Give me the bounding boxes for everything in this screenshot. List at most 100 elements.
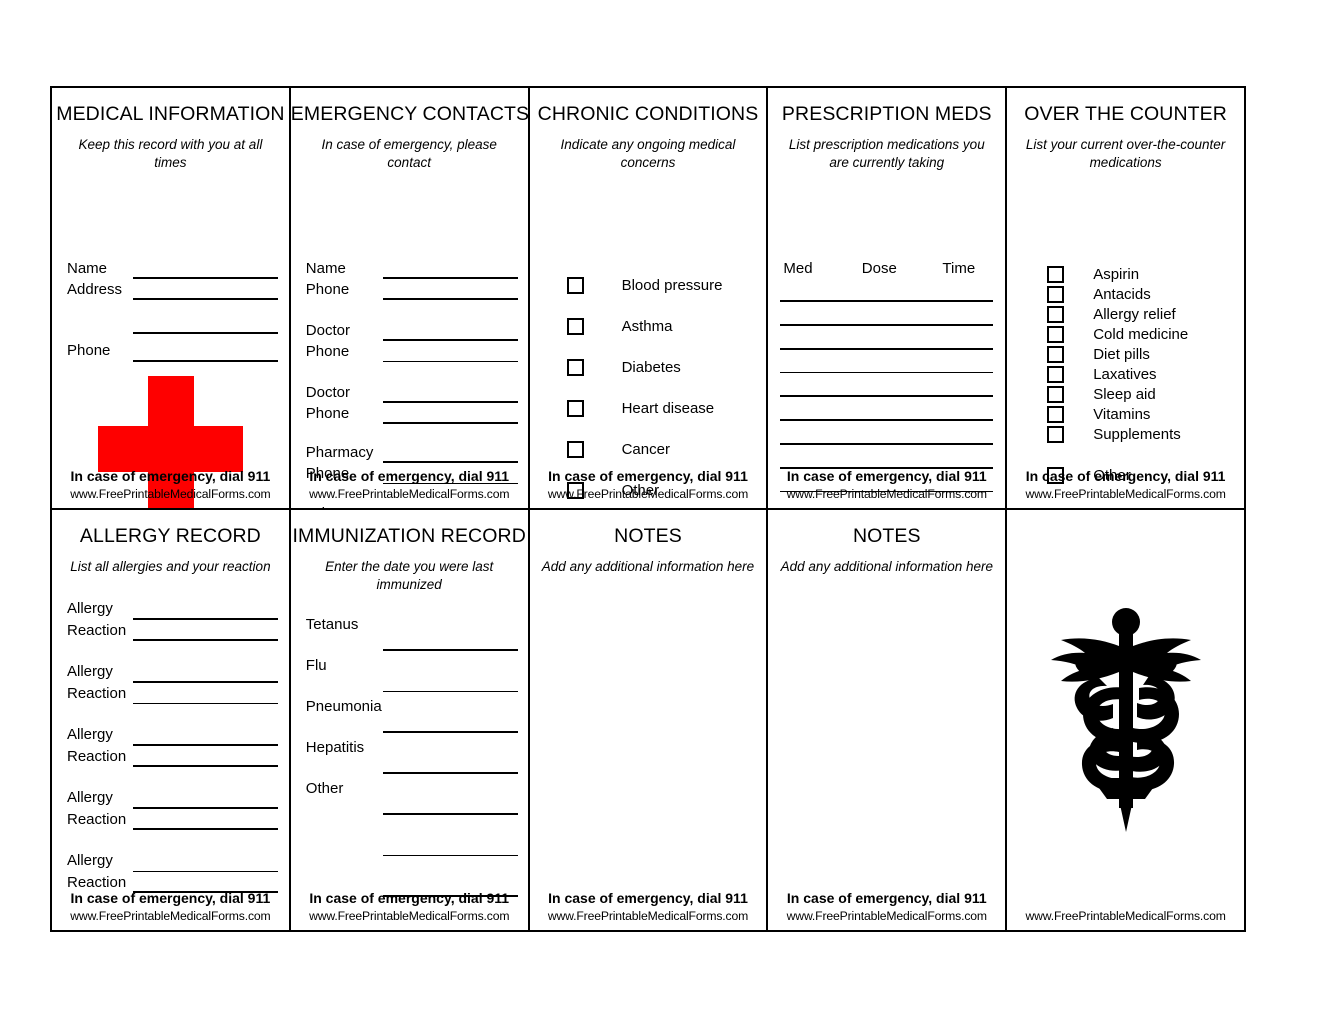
card-footer: In case of emergency, dial 911 www.FreeP… [52, 468, 289, 502]
checkbox-icon[interactable] [566, 277, 584, 294]
table-row[interactable] [780, 373, 994, 397]
field-row-name[interactable]: Name [52, 258, 289, 279]
checkbox-row-asthma[interactable]: Asthma [530, 306, 767, 347]
table-row[interactable] [780, 326, 994, 350]
field-row-pneumonia[interactable]: Pneumonia [291, 692, 528, 733]
field-label-phone: Phone [305, 281, 350, 298]
field-row-doctor-1-phone[interactable]: Phone [291, 341, 528, 362]
checkbox-label: Cold medicine [1093, 325, 1189, 343]
checkbox-icon[interactable] [566, 359, 584, 376]
field-row-allergy-4[interactable]: Allergy [52, 787, 289, 809]
card-caduceus: www.FreePrintableMedicalForms.com [1005, 508, 1246, 932]
checkbox-label: Asthma [621, 318, 673, 335]
checkbox-label: Vitamins [1093, 405, 1151, 423]
phone-input-line[interactable] [133, 360, 278, 362]
checkbox-label: Aspirin [1093, 265, 1140, 283]
field-label-address: Address [67, 281, 123, 298]
field-row-address[interactable]: Address [52, 279, 289, 300]
card-footer: In case of emergency, dial 911 www.FreeP… [530, 468, 767, 502]
card-medical-information: MEDICAL INFORMATION Keep this record wit… [50, 86, 291, 510]
field-row-doctor-2-phone[interactable]: Phone [291, 403, 528, 424]
checkbox-row-vitamins[interactable]: Vitamins [1007, 404, 1244, 424]
reaction-line-4[interactable] [133, 828, 278, 830]
checkbox-icon[interactable] [1047, 365, 1065, 383]
field-row-reaction-3[interactable]: Reaction [52, 746, 289, 767]
card-subtitle: List your current over-the-counter medic… [1025, 137, 1226, 171]
field-row-spacer [291, 362, 528, 382]
field-row-reaction-4[interactable]: Reaction [52, 809, 289, 830]
checkbox-icon[interactable] [566, 400, 584, 417]
checkbox-row-heart-disease[interactable]: Heart disease [530, 388, 767, 429]
field-row-allergy-3[interactable]: Allergy [52, 724, 289, 746]
caduceus-icon [1007, 600, 1244, 840]
checkbox-icon[interactable] [1047, 305, 1065, 323]
checkbox-row-diet-pills[interactable]: Diet pills [1007, 344, 1244, 364]
field-row-phone[interactable]: Phone [52, 334, 289, 362]
reaction-line-3[interactable] [133, 765, 278, 767]
checkbox-icon[interactable] [1047, 385, 1065, 403]
table-row[interactable] [780, 278, 994, 302]
field-row-doctor-1[interactable]: Doctor [291, 320, 528, 341]
checkbox-row-supplements[interactable]: Supplements [1007, 424, 1244, 444]
field-row-reaction-2[interactable]: Reaction [52, 683, 289, 704]
checkbox-row-cold-medicine[interactable]: Cold medicine [1007, 324, 1244, 344]
card-title: EMERGENCY CONTACTS [290, 103, 530, 125]
checkbox-icon[interactable] [566, 318, 584, 335]
allergy-record-fields: Allergy Reaction Allergy Reaction Allerg… [52, 598, 289, 893]
checkbox-label: Allergy relief [1093, 305, 1176, 323]
checkbox-icon[interactable] [1047, 425, 1065, 443]
checkbox-row-sleep-aid[interactable]: Sleep aid [1007, 384, 1244, 404]
checkbox-row-cancer[interactable]: Cancer [530, 429, 767, 470]
card-title: NOTES [852, 525, 921, 547]
checkbox-row-blood-pressure[interactable]: Blood pressure [530, 265, 767, 306]
table-row[interactable] [780, 350, 994, 373]
field-row-tetanus[interactable]: Tetanus [291, 610, 528, 651]
source-url: www.FreePrintableMedicalForms.com [1025, 909, 1226, 924]
card-title: PRESCRIPTION MEDS [781, 103, 992, 125]
field-row-hepatitis[interactable]: Hepatitis [291, 733, 528, 774]
checkbox-icon[interactable] [1047, 345, 1065, 363]
field-row-allergy-2[interactable]: Allergy [52, 661, 289, 683]
checkbox-icon[interactable] [1047, 285, 1065, 303]
field-row-doctor-2[interactable]: Doctor [291, 382, 528, 403]
checkbox-row-antacids[interactable]: Antacids [1007, 284, 1244, 304]
checkbox-row-aspirin[interactable]: Aspirin [1007, 264, 1244, 284]
table-row[interactable] [780, 302, 994, 326]
field-label-flu: Flu [305, 657, 327, 674]
reaction-line-2[interactable] [133, 703, 278, 704]
medical-card-sheet: MEDICAL INFORMATION Keep this record wit… [50, 86, 1254, 932]
field-row-blank-1[interactable] [291, 815, 528, 856]
checkbox-row-allergy-relief[interactable]: Allergy relief [1007, 304, 1244, 324]
reaction-line-1[interactable] [133, 639, 278, 641]
card-subtitle: Enter the date you were last immunized [325, 559, 494, 593]
field-row-allergy-5[interactable]: Allergy [52, 850, 289, 872]
notes-writing-area[interactable] [540, 620, 757, 875]
card-subtitle: Add any additional information here [541, 559, 755, 575]
table-row[interactable] [780, 421, 994, 445]
checkbox-icon[interactable] [1047, 265, 1065, 283]
checkbox-row-laxatives[interactable]: Laxatives [1007, 364, 1244, 384]
source-url: www.FreePrintableMedicalForms.com [309, 909, 510, 924]
field-row-reaction-1[interactable]: Reaction [52, 620, 289, 641]
field-row-flu[interactable]: Flu [291, 651, 528, 692]
checkbox-icon[interactable] [566, 441, 584, 458]
field-row-phone[interactable]: Phone [291, 279, 528, 300]
emergency-dial-text: In case of emergency, dial 911 [309, 467, 510, 484]
field-row-allergy-1[interactable]: Allergy [52, 598, 289, 620]
field-row-other[interactable]: Other [291, 774, 528, 815]
checkbox-icon[interactable] [1047, 325, 1065, 343]
emergency-dial-text: In case of emergency, dial 911 [309, 889, 510, 906]
field-row-address-2[interactable] [52, 300, 289, 334]
field-label-allergy: Allergy [67, 663, 113, 680]
field-row-name[interactable]: Name [291, 258, 528, 279]
checkbox-icon[interactable] [1047, 405, 1065, 423]
table-row[interactable] [780, 397, 994, 421]
table-row[interactable] [780, 445, 994, 469]
field-row-pharmacy[interactable]: Pharmacy [291, 442, 528, 463]
card-row-top: MEDICAL INFORMATION Keep this record wit… [50, 86, 1254, 510]
notes-writing-area[interactable] [778, 620, 995, 875]
field-label-doctor-2-phone: Phone [305, 405, 350, 422]
checkbox-row-diabetes[interactable]: Diabetes [530, 347, 767, 388]
checkbox-label: Laxatives [1093, 365, 1157, 383]
